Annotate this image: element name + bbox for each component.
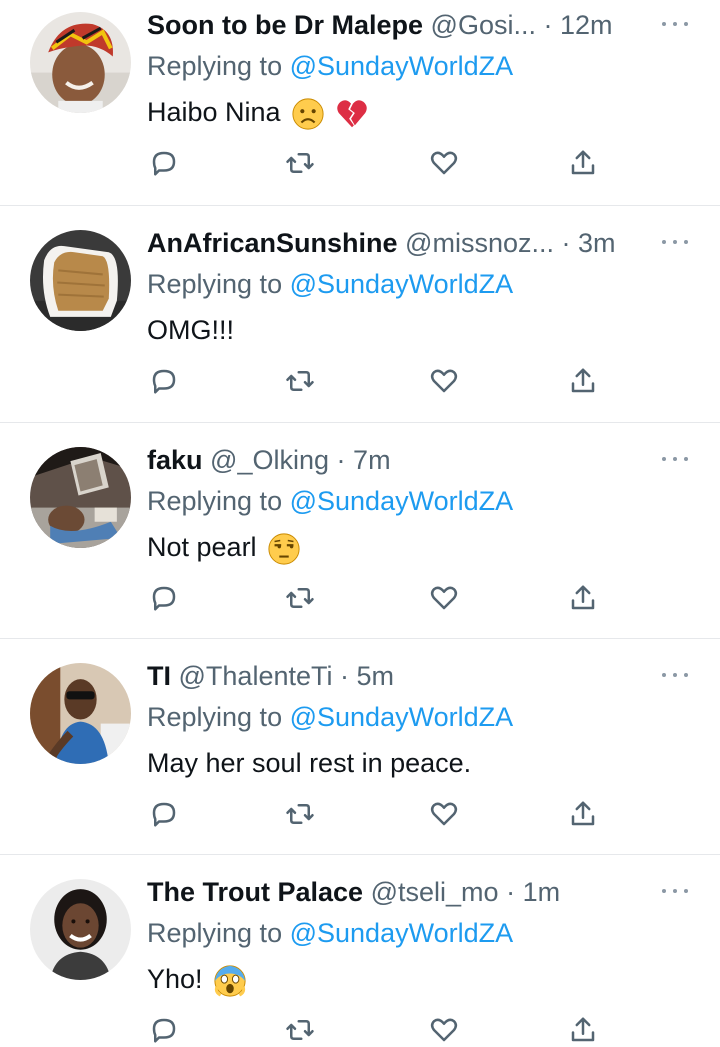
retweet-icon[interactable] [285, 583, 317, 615]
more-options-icon[interactable] [660, 883, 690, 899]
replying-to-handle[interactable]: @SundayWorldZA [290, 918, 514, 948]
replying-to-line: Replying to @SundayWorldZA [147, 265, 513, 303]
avatar[interactable] [30, 879, 131, 980]
reply-feed: Soon to be Dr Malepe @Gosi... · 12m Repl… [0, 0, 720, 1043]
tweet-reply[interactable]: AnAfricanSunshine @missnoz... · 3m Reply… [0, 206, 720, 423]
tweet-body: Haibo Nina [147, 97, 281, 127]
tweet-reply[interactable]: faku @_Olking · 7m Replying to @SundayWo… [0, 423, 720, 639]
tweet-text: Yho! [147, 959, 247, 999]
like-icon[interactable] [429, 148, 461, 180]
tweet-actions [147, 583, 607, 615]
retweet-icon[interactable] [285, 799, 317, 831]
tweet-text: OMG!!! [147, 310, 234, 350]
replying-to-handle[interactable]: @SundayWorldZA [290, 486, 514, 516]
share-icon[interactable] [568, 366, 600, 398]
replying-to-label: Replying to [147, 51, 283, 81]
replying-to-label: Replying to [147, 269, 283, 299]
separator-dot: · [506, 877, 516, 907]
reply-icon[interactable] [149, 366, 181, 398]
tweet-header: faku @_Olking · 7m [147, 441, 647, 479]
tweet-header: AnAfricanSunshine @missnoz... · 3m [147, 224, 647, 262]
avatar[interactable] [30, 447, 131, 548]
display-name[interactable]: faku [147, 445, 203, 475]
unamused-face-emoji-icon [267, 532, 301, 566]
reply-icon[interactable] [149, 799, 181, 831]
timestamp[interactable]: 12m [560, 10, 613, 40]
retweet-icon[interactable] [285, 366, 317, 398]
like-icon[interactable] [429, 583, 461, 615]
user-handle[interactable]: @tseli_mo [371, 877, 499, 907]
share-icon[interactable] [568, 583, 600, 615]
user-handle[interactable]: @ThalenteTi [179, 661, 333, 691]
replying-to-line: Replying to @SundayWorldZA [147, 914, 513, 952]
timestamp[interactable]: 1m [523, 877, 561, 907]
more-options-icon[interactable] [660, 667, 690, 683]
separator-dot: · [340, 661, 350, 691]
retweet-icon[interactable] [285, 148, 317, 180]
separator-dot: · [543, 10, 553, 40]
display-name[interactable]: The Trout Palace [147, 877, 363, 907]
like-icon[interactable] [429, 799, 461, 831]
user-handle[interactable]: @_Olking [210, 445, 329, 475]
share-icon[interactable] [568, 1015, 600, 1047]
tweet-actions [147, 799, 607, 831]
tweet-reply[interactable]: TI @ThalenteTi · 5m Replying to @SundayW… [0, 639, 720, 855]
tweet-body: May her soul rest in peace. [147, 748, 472, 778]
display-name[interactable]: TI [147, 661, 171, 691]
avatar[interactable] [30, 663, 131, 764]
display-name[interactable]: Soon to be Dr Malepe [147, 10, 423, 40]
tweet-body: OMG!!! [147, 315, 234, 345]
tweet-body: Yho! [147, 964, 203, 994]
tweet-actions [147, 366, 607, 398]
replying-to-handle[interactable]: @SundayWorldZA [290, 269, 514, 299]
share-icon[interactable] [568, 148, 600, 180]
separator-dot: · [561, 228, 571, 258]
tweet-header: Soon to be Dr Malepe @Gosi... · 12m [147, 6, 647, 44]
replying-to-label: Replying to [147, 702, 283, 732]
separator-dot: · [336, 445, 346, 475]
user-handle[interactable]: @missnoz... [405, 228, 554, 258]
avatar[interactable] [30, 12, 131, 113]
tweet-text: Haibo Nina [147, 92, 369, 132]
tweet-body: Not pearl [147, 532, 257, 562]
reply-icon[interactable] [149, 148, 181, 180]
share-icon[interactable] [568, 799, 600, 831]
avatar[interactable] [30, 230, 131, 331]
timestamp[interactable]: 3m [578, 228, 616, 258]
frowning-face-emoji-icon [291, 97, 325, 131]
replying-to-handle[interactable]: @SundayWorldZA [290, 702, 514, 732]
tweet-reply[interactable]: The Trout Palace @tseli_mo · 1m Replying… [0, 855, 720, 1043]
like-icon[interactable] [429, 1015, 461, 1047]
tweet-reply[interactable]: Soon to be Dr Malepe @Gosi... · 12m Repl… [0, 0, 720, 206]
replying-to-line: Replying to @SundayWorldZA [147, 698, 513, 736]
reply-icon[interactable] [149, 1015, 181, 1047]
more-options-icon[interactable] [660, 234, 690, 250]
reply-icon[interactable] [149, 583, 181, 615]
tweet-text: Not pearl [147, 527, 301, 567]
more-options-icon[interactable] [660, 451, 690, 467]
like-icon[interactable] [429, 366, 461, 398]
replying-to-line: Replying to @SundayWorldZA [147, 47, 513, 85]
retweet-icon[interactable] [285, 1015, 317, 1047]
tweet-header: The Trout Palace @tseli_mo · 1m [147, 873, 647, 911]
replying-to-label: Replying to [147, 918, 283, 948]
timestamp[interactable]: 5m [357, 661, 395, 691]
tweet-header: TI @ThalenteTi · 5m [147, 657, 647, 695]
tweet-actions [147, 148, 607, 180]
more-options-icon[interactable] [660, 16, 690, 32]
tweet-text: May her soul rest in peace. [147, 743, 471, 783]
user-handle[interactable]: @Gosi... [431, 10, 536, 40]
replying-to-handle[interactable]: @SundayWorldZA [290, 51, 514, 81]
broken-heart-emoji-icon [335, 97, 369, 131]
display-name[interactable]: AnAfricanSunshine [147, 228, 398, 258]
replying-to-line: Replying to @SundayWorldZA [147, 482, 513, 520]
timestamp[interactable]: 7m [353, 445, 391, 475]
replying-to-label: Replying to [147, 486, 283, 516]
tweet-actions [147, 1015, 607, 1047]
screaming-face-emoji-icon [213, 964, 247, 998]
